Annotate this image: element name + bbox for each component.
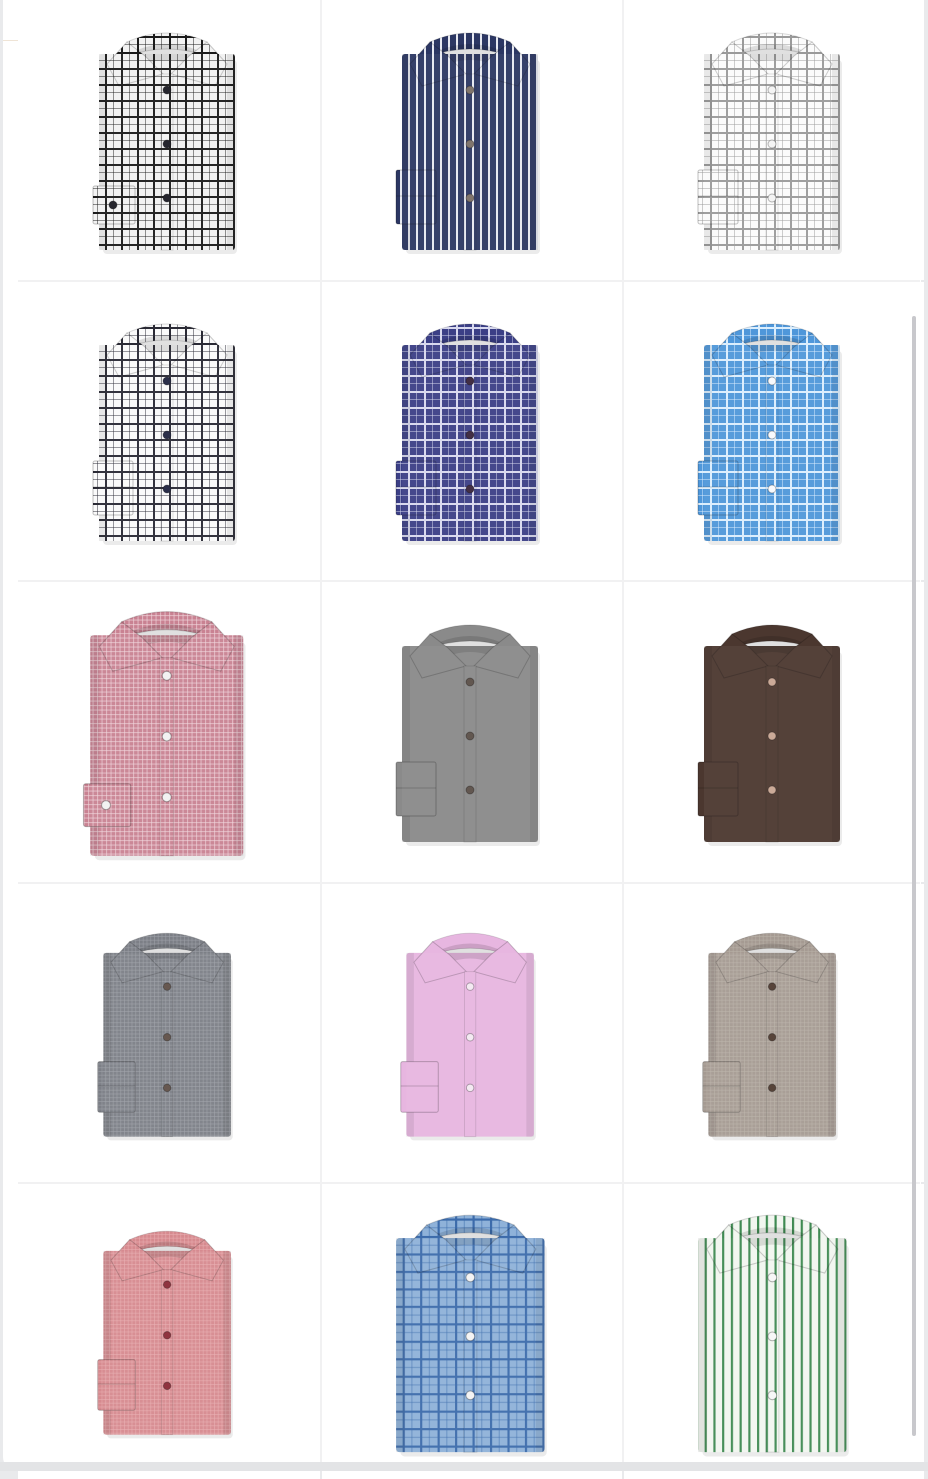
product-tile[interactable] <box>18 884 320 1182</box>
shirt-icon <box>395 1214 547 1456</box>
shirt-icon <box>702 932 838 1140</box>
product-tile[interactable] <box>624 582 924 882</box>
product-tile[interactable] <box>322 0 622 280</box>
screen-bottom-edge <box>0 1462 928 1471</box>
product-tile[interactable] <box>322 884 622 1182</box>
product-grid <box>18 0 924 1479</box>
product-tile[interactable] <box>624 0 924 280</box>
product-tile[interactable] <box>624 1184 924 1479</box>
product-tile[interactable] <box>18 282 320 580</box>
shirt-icon <box>697 624 842 846</box>
shirt-icon <box>395 323 540 545</box>
scrollbar[interactable] <box>912 316 916 1436</box>
product-tile[interactable] <box>624 282 924 580</box>
shirt-icon <box>395 32 540 254</box>
product-tile[interactable] <box>624 884 924 1182</box>
product-tile[interactable] <box>18 582 320 882</box>
shirt-icon <box>92 32 237 254</box>
product-tile[interactable] <box>18 0 320 280</box>
shirt-icon <box>697 1214 849 1456</box>
product-tile[interactable] <box>322 582 622 882</box>
shirt-icon <box>97 1230 233 1439</box>
shirt-icon <box>400 932 536 1140</box>
shirt-icon <box>92 323 237 545</box>
shirt-icon <box>395 624 540 846</box>
product-tile[interactable] <box>322 282 622 580</box>
shirt-icon <box>697 32 842 254</box>
shirt-icon <box>97 932 233 1140</box>
product-tile[interactable] <box>322 1184 622 1479</box>
product-tile[interactable] <box>18 1184 320 1479</box>
shirt-icon <box>697 323 842 545</box>
shirt-icon <box>82 611 246 861</box>
